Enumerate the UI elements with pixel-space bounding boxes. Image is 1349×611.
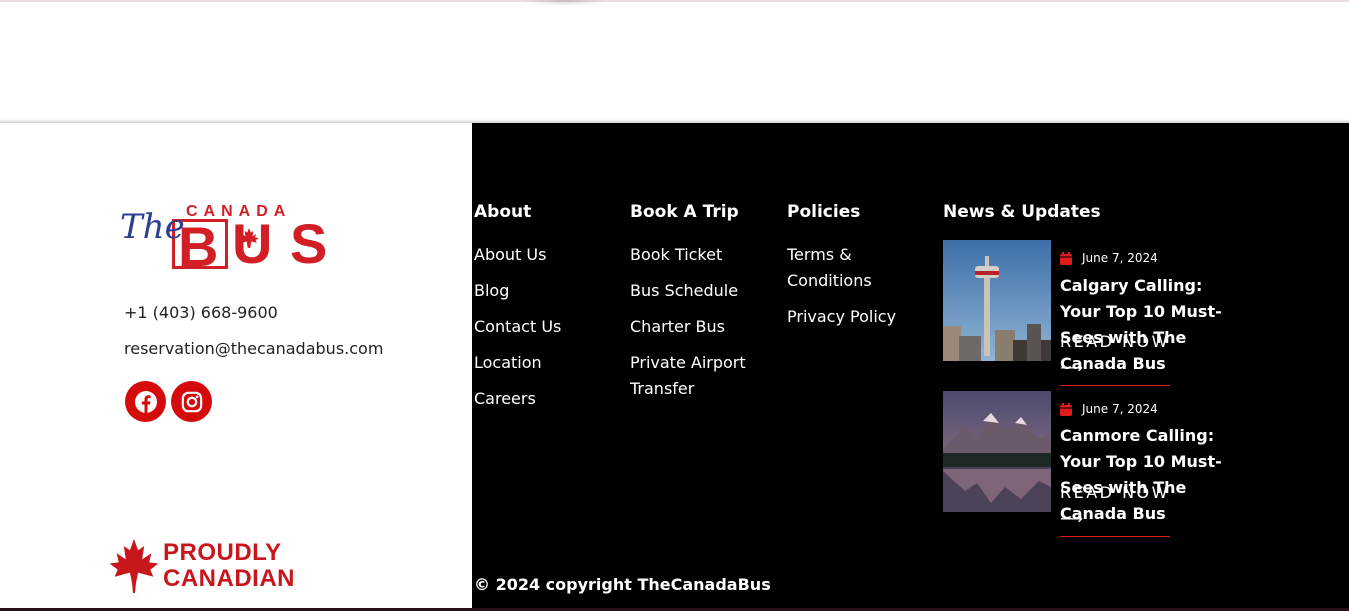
footer-links-panel: About About Us Blog Contact Us Location … [472,123,1349,611]
news-thumbnail-calgary[interactable] [943,240,1051,361]
calendar-icon [1060,402,1072,416]
proudly-canadian-badge: PROUDLY CANADIAN [108,538,318,596]
calendar-icon [1060,251,1072,265]
book-a-trip-column: Book A Trip Book Ticket Bus Schedule Cha… [630,202,780,412]
read-now-link[interactable]: READ NOW ⟶ [1060,329,1170,386]
footer-brand-panel: CANADA B U S The +1 (403) 668-9600 reser… [0,123,472,611]
news-date-text: June 7, 2024 [1082,402,1158,416]
badge-line-2: CANADIAN [163,565,295,592]
link-charter-bus[interactable]: Charter Bus [630,314,780,340]
maple-leaf-icon [239,228,259,248]
canmore-mountains-image [943,391,1051,512]
link-bus-schedule[interactable]: Bus Schedule [630,278,780,304]
link-contact-us[interactable]: Contact Us [474,314,624,340]
about-column: About About Us Blog Contact Us Location … [474,202,624,422]
instagram-button[interactable] [171,381,212,422]
news-thumbnail-canmore[interactable] [943,391,1051,512]
about-heading: About [474,202,532,222]
news-item: June 7, 2024 Calgary Calling: Your Top 1… [943,240,1243,386]
maple-leaf-icon [109,539,159,593]
facebook-button[interactable] [125,381,166,422]
policies-column: Policies Terms & Conditions Privacy Poli… [787,202,907,340]
link-privacy-policy[interactable]: Privacy Policy [787,304,907,330]
copyright-text: © 2024 copyright TheCanadaBus [474,575,771,594]
read-now-link[interactable]: READ NOW ⟶ [1060,480,1170,537]
link-about-us[interactable]: About Us [474,242,624,268]
read-now-label: READ NOW [1060,332,1170,351]
book-a-trip-heading: Book A Trip [630,202,739,222]
news-column: News & Updates June 7, 2024 Calgary Call… [943,202,1243,537]
top-divider [0,0,1349,2]
news-item: June 7, 2024 Canmore Calling: Your Top 1… [943,391,1243,537]
email-link[interactable]: reservation@thecanadabus.com [124,339,383,358]
site-logo[interactable]: CANADA B U S The [120,203,330,275]
link-private-airport-transfer[interactable]: Private Airport Transfer [630,350,760,402]
link-blog[interactable]: Blog [474,278,624,304]
top-shadow [520,0,610,6]
news-date-text: June 7, 2024 [1082,251,1158,265]
link-location[interactable]: Location [474,350,624,376]
arrow-right-icon: ⟶ [1060,509,1086,528]
facebook-icon [134,390,157,413]
news-heading: News & Updates [943,202,1101,222]
phone-link[interactable]: +1 (403) 668-9600 [124,303,278,322]
news-date: June 7, 2024 [1060,402,1158,416]
read-now-label: READ NOW [1060,483,1170,502]
arrow-right-icon: ⟶ [1060,358,1086,377]
badge-line-1: PROUDLY [163,539,282,566]
policies-heading: Policies [787,202,861,222]
instagram-icon [181,391,202,412]
news-date: June 7, 2024 [1060,251,1158,265]
link-book-ticket[interactable]: Book Ticket [630,242,780,268]
calgary-tower-image [943,240,1051,361]
logo-the-text: The [120,207,185,247]
site-footer: CANADA B U S The +1 (403) 668-9600 reser… [0,119,1349,611]
link-careers[interactable]: Careers [474,386,624,412]
link-terms-conditions[interactable]: Terms & Conditions [787,242,887,294]
